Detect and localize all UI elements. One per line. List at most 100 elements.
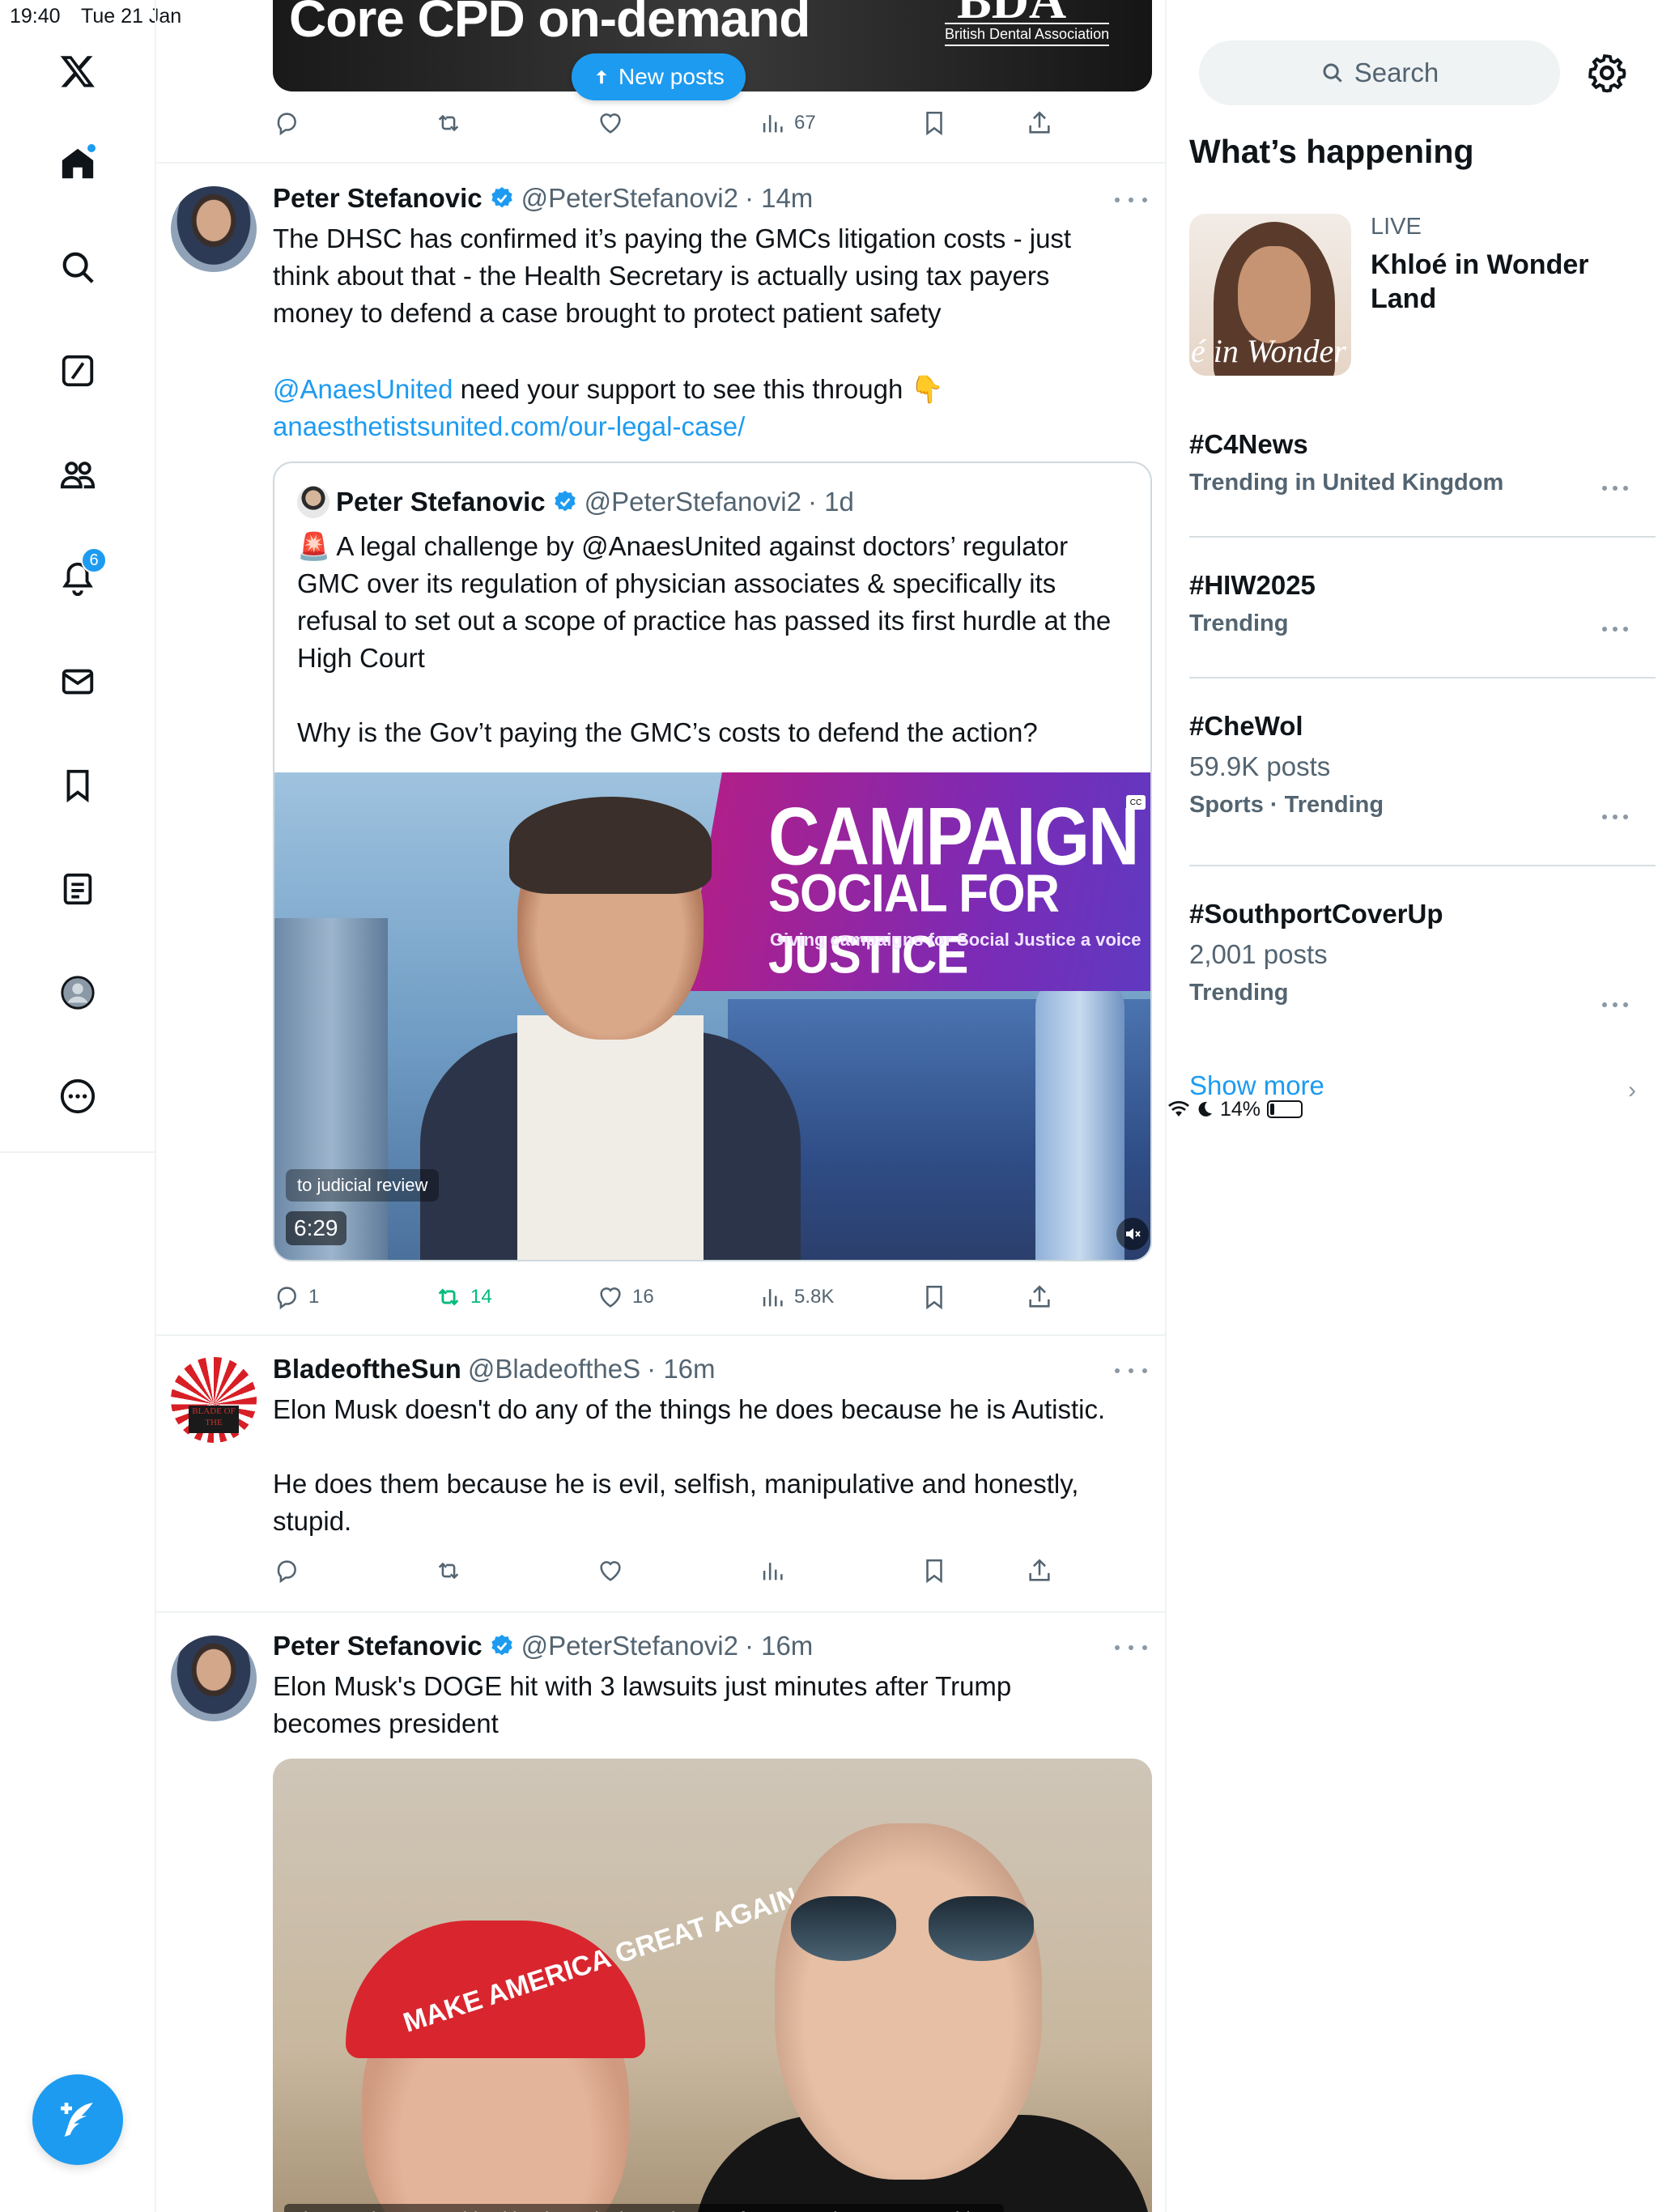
more-options-icon[interactable] [1602,486,1628,492]
action-row: 67 [273,105,1082,141]
post-text: The DHSC has confirmed it’s paying the G… [273,223,1072,328]
views-button[interactable] [759,1553,786,1589]
share-button[interactable] [1026,1279,1053,1315]
more-options-icon[interactable] [1602,815,1628,821]
repost-button[interactable]: 14 [435,1279,492,1315]
author-name[interactable]: Peter Stefanovic [273,1631,483,1661]
gear-icon[interactable] [1586,52,1628,94]
avatar-text: BLADE OF THE [189,1406,239,1433]
new-posts-button[interactable]: New posts [572,53,746,100]
bookmark-button[interactable] [920,1553,948,1589]
action-row [273,1553,1082,1589]
nav-communities[interactable] [45,442,110,507]
home-unread-dot [86,143,97,154]
repost-count: 14 [470,1286,492,1308]
nav-home[interactable] [45,131,110,196]
more-options-icon[interactable] [1602,627,1628,633]
post-text-line2: @AnaesUnited need your support to see th… [273,371,1123,408]
video-player[interactable]: CAMPAIGN SOCIAL FOR JUSTICE Giving campa… [274,772,1150,1260]
trend-divider [1189,677,1656,678]
cc-icon[interactable]: CC [1126,795,1146,810]
search-icon [1323,63,1342,83]
repost-button[interactable] [435,105,462,141]
search-input[interactable]: Search [1199,40,1560,105]
heart-icon [600,113,621,134]
post-time: · 14m [744,183,814,213]
post-image[interactable]: MAKE AMERICA GREAT AGAIN Elon Musk's DOG… [273,1759,1152,2212]
post-text-cont: need your support to see this through 👇 [453,374,944,404]
share-button[interactable] [1026,1553,1053,1589]
author-handle[interactable]: @PeterStefanovi2 [521,1631,738,1661]
bookmark-button[interactable] [920,1279,948,1315]
views-button[interactable]: 5.8K [759,1279,834,1315]
like-button[interactable] [597,1553,624,1589]
more-options-icon[interactable] [1115,1636,1147,1660]
video-presenter [420,797,801,1260]
trend-title: #SouthportCoverUp [1189,899,1443,929]
nav-notifications[interactable]: 6 [45,546,110,610]
avatar[interactable] [171,1636,257,1721]
more-options-icon[interactable] [1602,1002,1628,1009]
feature-title[interactable]: Khloé in Wonder Land [1371,248,1613,316]
views-icon [763,115,783,133]
reply-icon [277,113,296,136]
trend-item[interactable]: #C4News Trending in United Kingdom [1189,429,1643,496]
share-button[interactable] [1026,105,1053,141]
author-name[interactable]: BladeoftheSun [273,1354,461,1385]
verified-badge-icon [554,491,576,512]
author-handle[interactable]: @PeterStefanovi2 [521,183,738,214]
author-name[interactable]: Peter Stefanovic [273,183,483,214]
author-handle[interactable]: @BladeoftheS [468,1354,640,1385]
more-options-icon[interactable] [1115,188,1147,212]
nav-bookmarks[interactable] [45,753,110,818]
repost-icon [438,114,459,132]
compose-feather-icon [61,2103,93,2137]
like-button[interactable]: 16 [597,1279,654,1315]
repost-button[interactable] [435,1553,462,1589]
more-options-icon[interactable] [1115,1359,1147,1383]
show-more-link[interactable]: Show more [1189,1070,1324,1101]
avatar[interactable]: BLADE OF THE [171,1357,257,1443]
trend-item[interactable]: #HIW2025 Trending [1189,570,1643,637]
chevron-right-icon: › [1628,1077,1636,1104]
share-icon [1029,111,1050,134]
views-icon [763,1289,783,1307]
new-posts-label: New posts [619,64,725,89]
trend-item[interactable]: #SouthportCoverUp 2,001 posts Trending [1189,899,1643,1009]
nav-lists[interactable] [45,857,110,921]
reply-button[interactable] [273,105,300,141]
mute-button[interactable] [1116,1218,1149,1250]
trend-title: #HIW2025 [1189,570,1316,600]
trend-meta: Trending [1189,980,1289,1006]
nav-profile[interactable] [45,960,110,1025]
compose-button[interactable] [32,2074,123,2165]
reply-button[interactable]: 1 [273,1279,319,1315]
reply-button[interactable] [273,1553,300,1589]
reply-icon [277,1560,296,1584]
avatar[interactable] [171,186,257,272]
quoted-post[interactable]: Peter Stefanovic @PeterStefanovi2 · 1d 🚨… [273,462,1152,1261]
bookmark-button[interactable] [920,105,948,141]
bookmark-icon [926,1559,942,1584]
mention-link[interactable]: @AnaesUnited [273,374,453,404]
image-caption: Elon Musk's DOGE hit with 3 lawsuits jus… [284,2204,1004,2212]
like-count: 16 [632,1286,654,1308]
feature-thumbnail[interactable]: é in Wonder L [1189,214,1351,376]
nav-more[interactable] [45,1064,110,1129]
post-header: Peter Stefanovic @PeterStefanovi2 · 14m [273,183,813,214]
post-time: · 16m [744,1631,814,1661]
speaker-muted-icon [1126,1228,1141,1240]
external-link[interactable]: anaesthetistsunited.com/our-legal-case/ [273,408,1123,445]
quote-avatar [297,486,329,518]
nav-messages[interactable] [45,649,110,714]
nav-explore[interactable] [45,235,110,300]
like-button[interactable] [597,105,624,141]
trend-divider [1189,865,1656,866]
views-button[interactable]: 67 [759,105,816,141]
nav-grok[interactable] [45,338,110,403]
repost-icon [438,1562,459,1580]
whats-happening-title: What’s happening [1189,133,1474,170]
mail-icon [62,669,94,695]
x-logo-icon[interactable] [45,39,110,104]
trend-item[interactable]: #CheWol 59.9K posts Sports · Trending [1189,711,1643,819]
